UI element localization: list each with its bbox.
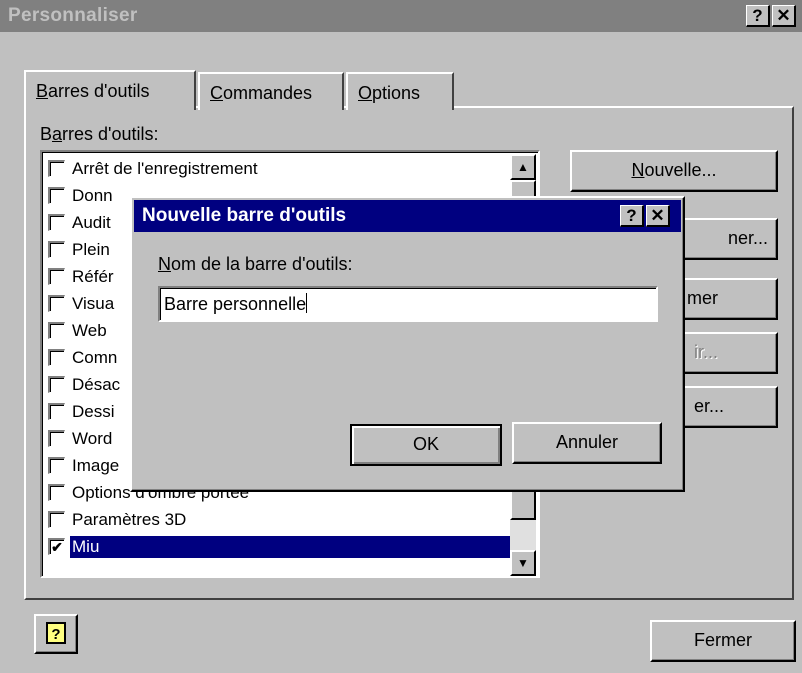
tab-commands[interactable]: Commandes [198,72,344,110]
checkbox[interactable] [48,484,65,501]
toolbars-list-label-mnemonic: a [52,124,63,144]
checkbox-checked[interactable]: ✔ [48,538,65,555]
dialog-close-button[interactable]: ✕ [646,205,670,227]
list-item[interactable]: Paramètres 3D [46,509,511,531]
checkbox[interactable] [48,241,65,258]
checkbox[interactable] [48,295,65,312]
list-item-label: Désac [72,375,121,394]
close-icon: ✕ [650,206,665,225]
checkbox[interactable] [48,457,65,474]
cancel-button-label: Annuler [555,432,619,452]
checkbox[interactable] [48,322,65,339]
new-button-mnemonic: N [631,160,645,180]
checkbox[interactable] [48,430,65,447]
dialog-title: Nouvelle barre d'outils [142,205,347,226]
window-titlebar: Personnaliser [0,0,802,32]
tab-toolbars-label: arres d'outils [48,81,150,101]
checkbox[interactable] [48,268,65,285]
list-item-label: Audit [72,213,111,232]
help-assistant-button[interactable]: ? [34,614,78,654]
list-item-label: Arrêt de l'enregistrement [72,159,258,178]
dialog-help-button[interactable]: ? [620,205,644,227]
arrow-down-icon: ▼ [517,556,529,570]
checkbox[interactable] [48,349,65,366]
list-item-label: Comn [72,348,118,367]
list-item-label: Plein [72,240,110,259]
toolbar-name-value: Barre personnelle [164,294,307,314]
list-item-label: Image [72,456,120,475]
field-label: om de la barre d'outils: [171,254,353,274]
list-item-selected[interactable]: ✔ Miu [46,536,514,558]
tab-options[interactable]: Options [346,72,454,110]
attach-button-label: er... [693,396,724,416]
delete-button-label: mer [687,288,718,308]
new-toolbar-dialog: Nouvelle barre d'outils ? ✕ Nom de la ba… [130,196,685,492]
new-button-label: ouvelle... [644,160,717,180]
list-item-label: Donn [72,186,113,205]
close-icon: ✕ [776,6,791,25]
list-item-label: Word [72,429,113,448]
new-toolbar-button[interactable]: Nouvelle... [570,150,778,192]
checkbox[interactable] [48,511,65,528]
checkbox[interactable] [48,376,65,393]
scroll-up-button[interactable]: ▲ [510,154,536,180]
text-caret [306,293,308,313]
toolbars-list-label-rest: rres d'outils: [62,124,159,144]
help-icon: ? [46,622,66,644]
close-window-button-label: Fermer [694,630,752,650]
toolbar-name-input[interactable]: Barre personnelle [158,286,658,322]
list-item-label: Paramètres 3D [72,510,187,529]
cancel-button[interactable]: Annuler [512,422,662,464]
check-icon: ✔ [51,539,63,555]
tab-commands-label: ommandes [223,83,313,103]
checkbox[interactable] [48,214,65,231]
tab-toolbars[interactable]: Barres d'outils [24,70,196,110]
toolbars-list-label-pre: B [40,124,53,144]
close-button[interactable]: ✕ [772,5,796,27]
list-item-label: Référ [72,267,114,286]
reset-button-label: ir... [693,342,718,362]
checkbox[interactable] [48,403,65,420]
list-item-label: Web [72,321,107,340]
toolbars-list-label: Barres d'outils: [40,124,159,145]
toolbar-name-label: Nom de la barre d'outils: [158,254,353,275]
dialog-titlebar: Nouvelle barre d'outils [134,200,681,232]
ok-button[interactable]: OK [350,424,502,466]
list-item-label: Visua [72,294,115,313]
scroll-down-button[interactable]: ▼ [510,550,536,576]
ok-button-label: OK [412,434,439,454]
tab-options-mnemonic: O [358,83,373,103]
checkbox[interactable] [48,187,65,204]
tab-commands-mnemonic: C [210,83,223,103]
tab-options-label: ptions [372,83,421,103]
arrow-up-icon: ▲ [517,160,529,174]
list-item-label: Miu [70,536,514,558]
help-icon: ? [752,6,763,25]
list-item-label: Dessi [72,402,115,421]
tab-toolbars-mnemonic: B [36,81,49,101]
help-icon: ? [626,206,637,225]
help-button[interactable]: ? [746,5,770,27]
checkbox[interactable] [48,160,65,177]
window-title: Personnaliser [8,5,138,26]
list-item[interactable]: Arrêt de l'enregistrement [46,158,511,180]
rename-button-label: ner... [727,228,768,248]
field-mnemonic: N [158,254,171,274]
close-window-button[interactable]: Fermer [650,620,796,662]
